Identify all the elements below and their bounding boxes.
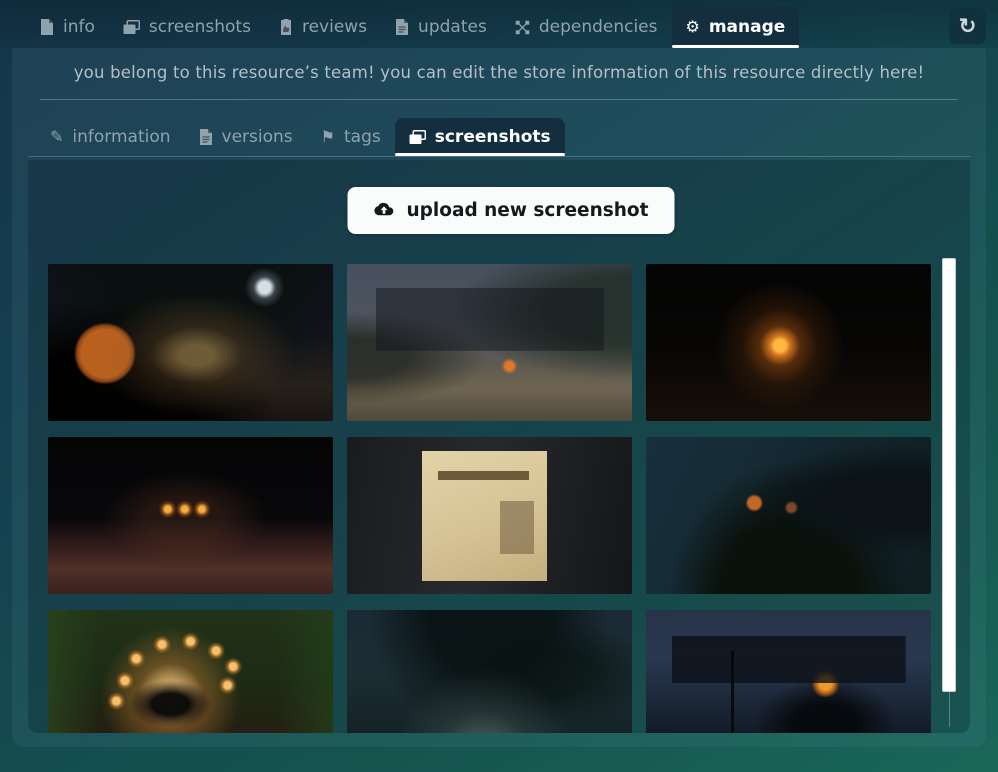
review-icon <box>279 19 293 35</box>
tab-label: information <box>72 127 170 147</box>
tab-screenshots[interactable]: screenshots <box>109 6 265 48</box>
screenshot-thumbnail-8[interactable] <box>347 610 632 733</box>
divider <box>40 99 958 100</box>
network-icon <box>515 20 530 35</box>
manage-card: you belong to this resource’s team! you … <box>12 48 986 747</box>
team-notice: you belong to this resource’s team! you … <box>12 48 986 82</box>
tab-label: screenshots <box>435 127 551 147</box>
tab-label: tags <box>344 127 381 147</box>
tab-dependencies[interactable]: dependencies <box>501 6 672 48</box>
tab-info[interactable]: info <box>26 6 109 48</box>
subtab-information[interactable]: ✎ information <box>36 118 185 156</box>
top-nav: info screenshots reviews updates depende… <box>0 0 998 48</box>
screenshot-thumbnail-7[interactable] <box>48 610 333 733</box>
file-lines-icon <box>199 129 213 145</box>
screenshot-thumbnail-1[interactable] <box>48 264 333 421</box>
upload-button-label: upload new screenshot <box>407 200 649 221</box>
screenshot-thumbnail-9[interactable] <box>646 610 931 733</box>
resource-manage-page: info screenshots reviews updates depende… <box>0 0 998 772</box>
screenshot-grid-viewport <box>28 264 970 733</box>
tab-label: manage <box>709 17 785 37</box>
file-lines-icon <box>395 19 409 35</box>
flag-icon: ⚑ <box>321 129 335 145</box>
tab-label: versions <box>222 127 293 147</box>
screenshots-panel: upload new screenshot <box>28 160 970 733</box>
images-icon <box>123 20 140 35</box>
file-icon <box>40 19 54 35</box>
subtab-screenshots[interactable]: screenshots <box>395 118 565 156</box>
tab-label: screenshots <box>149 17 251 37</box>
manage-sub-tabs: ✎ information versions ⚑ tags screenshot… <box>28 118 970 157</box>
gear-icon: ⚙ <box>686 19 700 35</box>
tab-manage[interactable]: ⚙ manage <box>672 6 800 48</box>
screenshot-thumbnail-5[interactable] <box>347 437 632 594</box>
edit-icon: ✎ <box>50 129 63 145</box>
tab-label: dependencies <box>539 17 658 37</box>
screenshot-thumbnail-6[interactable] <box>646 437 931 594</box>
screenshot-thumbnail-2[interactable] <box>347 264 632 421</box>
upload-new-screenshot-button[interactable]: upload new screenshot <box>348 187 675 234</box>
refresh-button[interactable]: ↻ <box>949 8 986 44</box>
tab-label: updates <box>418 17 487 37</box>
tab-label: reviews <box>302 17 367 37</box>
cloud-upload-icon <box>374 202 395 219</box>
screenshot-grid <box>28 264 970 733</box>
tab-reviews[interactable]: reviews <box>265 6 381 48</box>
subtab-tags[interactable]: ⚑ tags <box>307 118 395 156</box>
screenshot-thumbnail-3[interactable] <box>646 264 931 421</box>
images-icon <box>409 130 426 145</box>
screenshot-thumbnail-4[interactable] <box>48 437 333 594</box>
tab-updates[interactable]: updates <box>381 6 501 48</box>
tab-label: info <box>63 17 95 37</box>
subtab-versions[interactable]: versions <box>185 118 307 156</box>
refresh-icon: ↻ <box>959 16 977 37</box>
scrollbar-thumb[interactable] <box>942 258 956 692</box>
